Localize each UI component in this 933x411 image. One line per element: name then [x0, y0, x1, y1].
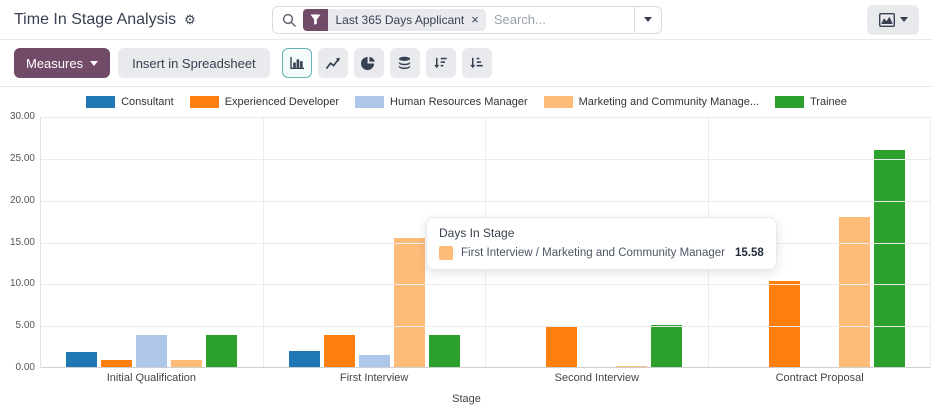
tooltip-title: Days In Stage [439, 226, 764, 240]
measures-button[interactable]: Measures [14, 48, 110, 78]
x-axis-labels: Initial QualificationFirst InterviewSeco… [40, 372, 931, 384]
x-tick-label: Initial Qualification [40, 372, 263, 384]
bar[interactable] [874, 150, 905, 368]
legend-label: Experienced Developer [225, 96, 339, 108]
page-title: Time In Stage Analysis [14, 11, 176, 29]
legend-item[interactable]: Human Resources Manager [355, 96, 528, 108]
insert-label: Insert in Spreadsheet [132, 56, 256, 71]
stacked-icon [397, 56, 412, 71]
facet-remove-icon[interactable]: × [471, 9, 486, 31]
bar-chart-icon [289, 56, 305, 70]
bar[interactable] [651, 325, 682, 369]
chart-legend: Consultant Experienced Developer Human Res… [0, 94, 933, 110]
bar[interactable] [394, 238, 425, 368]
gridline [41, 326, 930, 327]
legend-label: Consultant [121, 96, 174, 108]
sort-descending-button[interactable] [426, 48, 456, 78]
search-facet[interactable]: Last 365 Days Applicant × [303, 9, 486, 31]
gridline [41, 284, 930, 285]
x-tick-label: Contract Proposal [708, 372, 931, 384]
legend-swatch [355, 96, 384, 108]
measures-label: Measures [26, 56, 83, 71]
legend-item[interactable]: Consultant [86, 96, 174, 108]
chevron-down-icon [900, 17, 908, 22]
tooltip-label: First Interview / Marketing and Communit… [461, 247, 725, 259]
bar[interactable] [66, 352, 97, 368]
search-bar[interactable]: Last 365 Days Applicant × [272, 6, 662, 34]
legend-swatch [544, 96, 573, 108]
legend-label: Trainee [810, 96, 847, 108]
legend-item[interactable]: Experienced Developer [190, 96, 339, 108]
search-icon [282, 13, 296, 27]
pie-chart-icon [361, 56, 376, 71]
search-input[interactable] [486, 12, 634, 27]
legend-label: Marketing and Community Manage... [579, 96, 759, 108]
gear-icon[interactable]: ⚙ [184, 13, 196, 26]
legend-label: Human Resources Manager [390, 96, 528, 108]
bar[interactable] [206, 335, 237, 368]
gridline [41, 201, 930, 202]
line-chart-button[interactable] [318, 48, 348, 78]
control-panel: Time In Stage Analysis ⚙ Last 365 Days A… [0, 0, 933, 40]
chart-tooltip: Days In Stage First Interview / Marketin… [426, 217, 777, 270]
x-axis-title: Stage [0, 393, 933, 405]
y-tick-label: 5.00 [1, 320, 35, 332]
x-tick-label: Second Interview [486, 372, 709, 384]
gridline [41, 367, 930, 368]
bar[interactable] [429, 335, 460, 368]
pie-chart-button[interactable] [354, 48, 384, 78]
breadcrumb: Time In Stage Analysis ⚙ [14, 11, 272, 29]
view-switcher-area [662, 5, 920, 35]
search-dropdown-toggle[interactable] [634, 7, 661, 33]
tooltip-swatch [439, 246, 453, 260]
legend-swatch [190, 96, 219, 108]
legend-swatch [775, 96, 804, 108]
graph-toolbar: Measures Insert in Spreadsheet [0, 40, 933, 87]
gridline [41, 117, 930, 118]
x-tick-label: First Interview [263, 372, 486, 384]
gridline [41, 159, 930, 160]
insert-in-spreadsheet-button[interactable]: Insert in Spreadsheet [118, 48, 270, 78]
sort-descending-icon [433, 56, 448, 70]
line-chart-icon [325, 56, 341, 70]
bar[interactable] [136, 335, 167, 368]
legend-swatch [86, 96, 115, 108]
sort-ascending-icon [469, 56, 484, 70]
y-tick-label: 15.00 [1, 237, 35, 249]
tooltip-row: First Interview / Marketing and Communit… [439, 246, 764, 260]
sort-ascending-button[interactable] [462, 48, 492, 78]
facet-label: Last 365 Days Applicant [328, 9, 472, 31]
filter-icon [303, 9, 328, 31]
bar-chart-button[interactable] [282, 48, 312, 78]
tooltip-value: 15.58 [735, 247, 764, 259]
y-tick-label: 25.00 [1, 153, 35, 165]
graph-view-icon [879, 13, 895, 27]
bar[interactable] [769, 281, 800, 368]
bar[interactable] [839, 217, 870, 368]
bar[interactable] [546, 327, 577, 368]
y-tick-label: 0.00 [1, 362, 35, 374]
chevron-down-icon [644, 17, 652, 22]
chevron-down-icon [90, 61, 98, 66]
bar[interactable] [324, 335, 355, 368]
legend-item[interactable]: Marketing and Community Manage... [544, 96, 759, 108]
bar[interactable] [359, 355, 390, 368]
y-tick-label: 20.00 [1, 195, 35, 207]
legend-item[interactable]: Trainee [775, 96, 847, 108]
bar[interactable] [289, 351, 320, 368]
pivot-graph-view: Time In Stage Analysis ⚙ Last 365 Days A… [0, 0, 933, 411]
y-axis: 0.005.0010.0015.0020.0025.0030.00 [1, 117, 35, 368]
y-tick-label: 10.00 [1, 278, 35, 290]
stacked-toggle-button[interactable] [390, 48, 420, 78]
view-switcher-button[interactable] [867, 5, 919, 35]
y-tick-label: 30.00 [1, 111, 35, 123]
